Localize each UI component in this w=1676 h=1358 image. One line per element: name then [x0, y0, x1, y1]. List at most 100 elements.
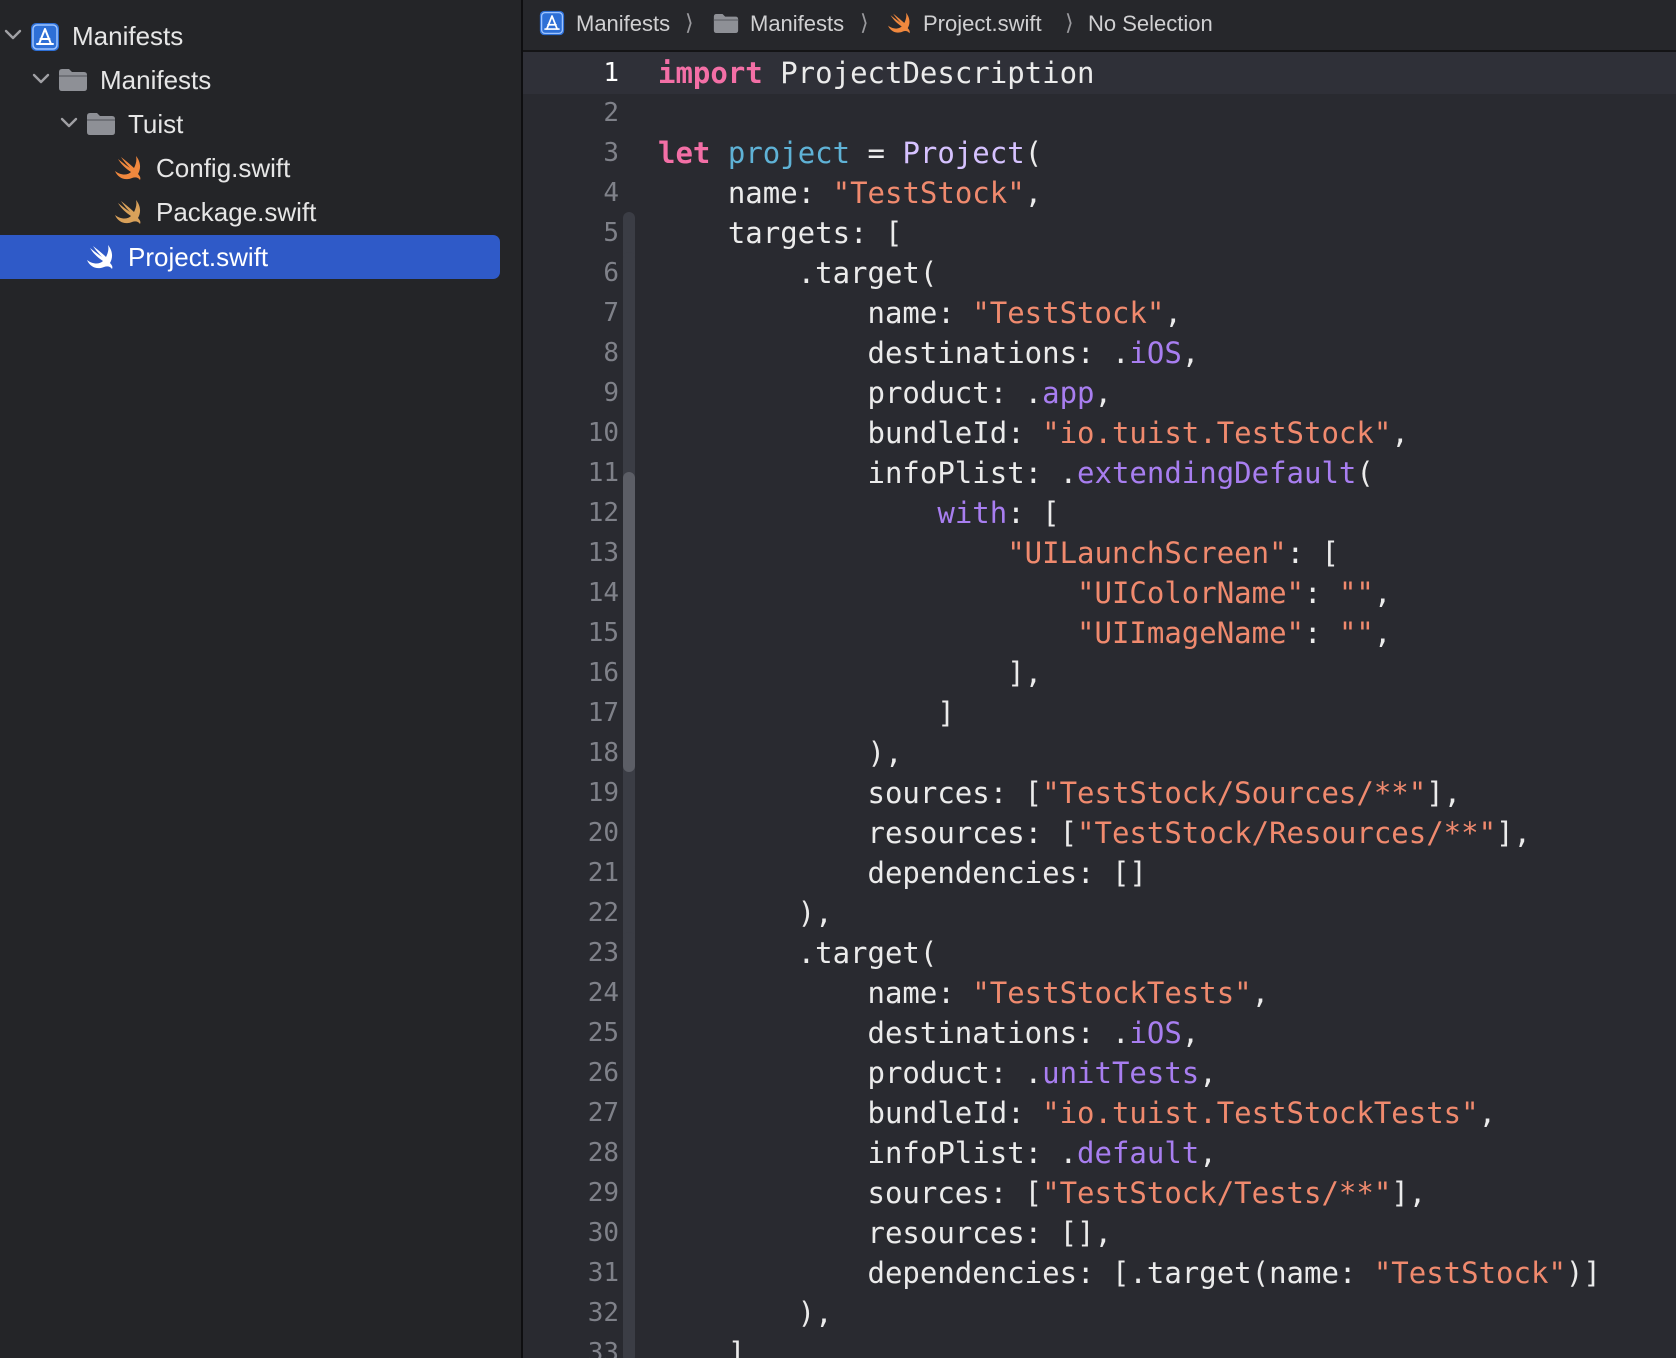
line-number[interactable]: 18	[523, 733, 619, 773]
navigator-item-folder-tuist[interactable]: Tuist	[0, 102, 500, 146]
code-token: ""	[1338, 576, 1374, 610]
line-number[interactable]: 27	[523, 1093, 619, 1133]
line-number[interactable]: 23	[523, 933, 619, 973]
line-number[interactable]: 22	[523, 893, 619, 933]
line-number[interactable]: 12	[523, 493, 619, 533]
line-number[interactable]: 1	[523, 53, 619, 93]
line-number[interactable]: 20	[523, 813, 619, 853]
code-token: product: .	[658, 1056, 1043, 1090]
code-line[interactable]: bundleId: "io.tuist.TestStock",	[658, 413, 1409, 453]
code-line[interactable]: infoPlist: .default,	[658, 1133, 1217, 1173]
code-token: infoPlist: .	[658, 1136, 1078, 1170]
line-number[interactable]: 31	[523, 1253, 619, 1293]
code-line[interactable]: "UILaunchScreen": [	[658, 533, 1339, 573]
navigator-item-project-swift[interactable]: Project.swift	[0, 235, 500, 279]
line-number[interactable]: 11	[523, 453, 619, 493]
navigator-item-package-swift[interactable]: Package.swift	[0, 190, 500, 234]
code-line[interactable]: resources: [],	[658, 1213, 1112, 1253]
line-number[interactable]: 14	[523, 573, 619, 613]
code-line[interactable]: .target(	[658, 933, 938, 973]
code-token: : [	[1007, 496, 1060, 530]
code-line[interactable]: ]	[658, 1333, 745, 1358]
line-number[interactable]: 21	[523, 853, 619, 893]
line-number[interactable]: 28	[523, 1133, 619, 1173]
code-token: resources: [],	[658, 1216, 1112, 1250]
swift-icon	[115, 156, 141, 180]
code-line[interactable]: dependencies: []	[658, 853, 1147, 893]
code-line[interactable]: let project = Project(	[658, 133, 1042, 173]
line-number[interactable]: 26	[523, 1053, 619, 1093]
line-number[interactable]: 17	[523, 693, 619, 733]
line-number[interactable]: 16	[523, 653, 619, 693]
code-line[interactable]: destinations: .iOS,	[658, 1013, 1200, 1053]
navigator-item-label: Config.swift	[156, 153, 291, 183]
code-line[interactable]: name: "TestStockTests",	[658, 973, 1270, 1013]
navigator-item-config-swift[interactable]: Config.swift	[0, 146, 500, 190]
code-line[interactable]: targets: [	[658, 213, 903, 253]
line-number[interactable]: 29	[523, 1173, 619, 1213]
code-token: ,	[1199, 1136, 1217, 1170]
breadcrumb-item-file[interactable]: Project.swift	[923, 11, 1042, 37]
fold-region[interactable]	[623, 532, 635, 752]
code-line[interactable]: "UIImageName": "",	[658, 613, 1391, 653]
code-line[interactable]: dependencies: [.target(name: "TestStock"…	[658, 1253, 1601, 1293]
code-line[interactable]: ],	[658, 653, 1042, 693]
line-number[interactable]: 4	[523, 173, 619, 213]
code-token: ,	[1181, 336, 1200, 370]
line-number[interactable]: 24	[523, 973, 619, 1013]
line-number[interactable]: 30	[523, 1213, 619, 1253]
code-line[interactable]: name: "TestStock",	[658, 173, 1042, 213]
line-number[interactable]: 25	[523, 1013, 619, 1053]
line-number[interactable]: 6	[523, 253, 619, 293]
fold-region[interactable]	[623, 932, 635, 1358]
code-line[interactable]: ),	[658, 733, 903, 773]
line-number[interactable]: 13	[523, 533, 619, 573]
code-line[interactable]: with: [	[658, 493, 1060, 533]
line-number[interactable]: 32	[523, 1293, 619, 1333]
breadcrumb-item-project[interactable]: Manifests	[576, 11, 670, 37]
code-token: ],	[1426, 776, 1462, 810]
code-line[interactable]: product: .app,	[658, 373, 1112, 413]
code-line[interactable]: sources: ["TestStock/Sources/**"],	[658, 773, 1462, 813]
breadcrumb-item-folder[interactable]: Manifests	[750, 11, 844, 37]
breadcrumb-item-symbol[interactable]: No Selection	[1088, 11, 1213, 37]
code-line[interactable]: .target(	[658, 253, 938, 293]
code-line[interactable]: resources: ["TestStock/Resources/**"],	[658, 813, 1531, 853]
code-line[interactable]: destinations: .iOS,	[658, 333, 1200, 373]
line-number[interactable]: 33	[523, 1333, 619, 1358]
line-number[interactable]: 7	[523, 293, 619, 333]
folder-icon	[87, 113, 115, 135]
code-token: let	[658, 136, 711, 170]
line-number[interactable]: 8	[523, 333, 619, 373]
chevron-down-icon[interactable]	[30, 68, 52, 90]
code-line[interactable]: "UIColorName": "",	[658, 573, 1391, 613]
line-number[interactable]: 15	[523, 613, 619, 653]
code-token: ,	[1478, 1096, 1497, 1130]
code-line[interactable]: bundleId: "io.tuist.TestStockTests",	[658, 1093, 1497, 1133]
code-line[interactable]: sources: ["TestStock/Tests/**"],	[658, 1173, 1427, 1213]
navigator-item-folder-manifests[interactable]: Manifests	[0, 58, 500, 102]
source-editor[interactable]: 1 2 3 4 5 6 7 8 9 10 11 12 13 14 15 16 17 18 19 20 21 22 23 24 2…	[523, 52, 1676, 1358]
code-folding-ribbon[interactable]	[621, 52, 639, 1358]
code-line[interactable]: import ProjectDescription	[658, 53, 1095, 93]
chevron-down-icon[interactable]	[2, 24, 24, 46]
line-number[interactable]: 10	[523, 413, 619, 453]
code-line[interactable]: ),	[658, 1293, 833, 1333]
code-token: destinations: .	[658, 336, 1130, 370]
code-line[interactable]: ]	[658, 693, 954, 733]
chevron-down-icon[interactable]	[58, 112, 80, 134]
line-number[interactable]: 2	[523, 93, 619, 133]
line-number[interactable]: 19	[523, 773, 619, 813]
swift-icon	[888, 12, 910, 34]
navigator-item-project-manifests[interactable]: Manifests	[0, 14, 500, 58]
code-line[interactable]: ),	[658, 893, 833, 933]
code-line[interactable]: product: .unitTests,	[658, 1053, 1217, 1093]
line-number[interactable]: 5	[523, 213, 619, 253]
line-number-gutter[interactable]: 1 2 3 4 5 6 7 8 9 10 11 12 13 14 15 16 17 18 19 20 21 22 23 24 2…	[523, 52, 619, 1358]
line-number[interactable]: 3	[523, 133, 619, 173]
code-token: .target(	[658, 256, 938, 290]
line-number[interactable]: 9	[523, 373, 619, 413]
code-line[interactable]: infoPlist: .extendingDefault(	[658, 453, 1374, 493]
code-line[interactable]: name: "TestStock",	[658, 293, 1182, 333]
code-text-area[interactable]: import ProjectDescription let project = P…	[658, 52, 1668, 1358]
